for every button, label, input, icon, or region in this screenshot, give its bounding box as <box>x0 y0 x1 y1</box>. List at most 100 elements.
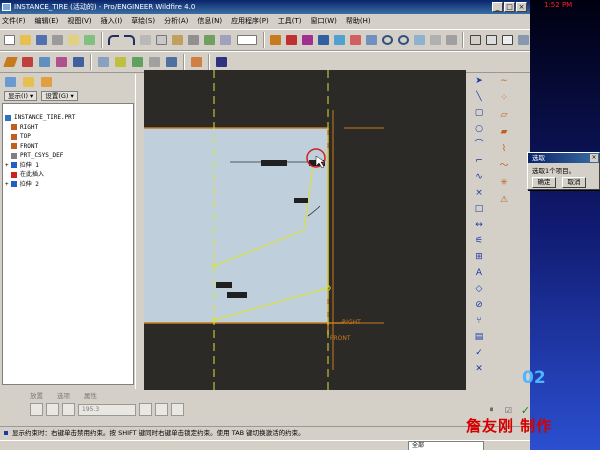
constraint-tool-button[interactable]: ⊞ <box>471 250 487 265</box>
disp-grid-button[interactable] <box>147 55 162 70</box>
modify-tool-button[interactable]: ⚟ <box>471 234 487 249</box>
continue-sketch-button[interactable]: ✓ <box>471 346 487 361</box>
tree-item[interactable]: INSTANCE_TIRE.PRT <box>3 113 133 123</box>
disp-dims-button[interactable] <box>113 55 128 70</box>
datum-axis-button[interactable] <box>20 55 35 70</box>
feature-wave-button[interactable]: 〜 <box>496 159 512 174</box>
rectangle-tool-button[interactable]: ▢ <box>471 106 487 121</box>
sketch-tool-button[interactable] <box>37 55 52 70</box>
menu-applications[interactable]: 应用程序(P) <box>231 16 269 26</box>
menu-info[interactable]: 信息(N) <box>197 16 222 26</box>
solid-button[interactable] <box>30 403 43 416</box>
dimension-tool-button[interactable]: ↔ <box>471 218 487 233</box>
dimension-label[interactable] <box>294 198 308 203</box>
dimension-label[interactable] <box>216 282 232 288</box>
menu-view[interactable]: 视图(V) <box>67 16 91 26</box>
point-tool-button[interactable]: × <box>471 186 487 201</box>
email-link-button[interactable] <box>83 33 97 48</box>
depth-value-field[interactable]: 195.3 <box>78 403 136 416</box>
sketch-canvas[interactable]: RIGHT FRONT <box>144 70 466 390</box>
tree-item[interactable]: RIGHT <box>3 123 133 133</box>
saved-views-button[interactable] <box>444 33 458 48</box>
feature-parallelogram-button[interactable]: ▰ <box>496 125 512 140</box>
tree-item[interactable]: + 拉伸 2 <box>3 180 133 190</box>
repaint-button[interactable] <box>333 33 347 48</box>
datum-display-button[interactable] <box>269 33 283 48</box>
tab-options[interactable]: 选项 <box>57 390 70 400</box>
dimension-label[interactable] <box>261 160 287 166</box>
feature-csys-button[interactable]: ✳ <box>496 176 512 191</box>
circle-tool-button[interactable]: ○ <box>471 122 487 137</box>
datum-point-button[interactable] <box>54 55 69 70</box>
menu-window[interactable]: 窗口(W) <box>311 16 337 26</box>
thicken-button[interactable] <box>171 403 184 416</box>
line-tool-button[interactable]: ╲ <box>471 90 487 105</box>
arc-tool-button[interactable]: ⌒ <box>471 138 487 153</box>
trim-tool-button[interactable]: ⊘ <box>471 298 487 313</box>
surface-button[interactable] <box>46 403 59 416</box>
email-button[interactable] <box>67 33 81 48</box>
hidden-line-button[interactable] <box>484 33 498 48</box>
relations-button[interactable] <box>189 55 204 70</box>
mirror-tool-button[interactable]: ⑂ <box>471 314 487 329</box>
tab-properties[interactable]: 属性 <box>84 390 97 400</box>
axis-display-button[interactable] <box>285 33 299 48</box>
no-hidden-button[interactable] <box>500 33 514 48</box>
disp-vertices-button[interactable] <box>164 55 179 70</box>
context-help-button[interactable] <box>214 55 229 70</box>
orient-mode-button[interactable] <box>364 33 378 48</box>
settings-dropdown[interactable]: 设置(G) ▾ <box>41 91 78 101</box>
text-tool-button[interactable]: A <box>471 266 487 281</box>
tree-expander-icon[interactable]: + <box>5 180 9 190</box>
csys-display-button[interactable] <box>317 33 331 48</box>
feature-plane-button[interactable]: ▱ <box>496 108 512 123</box>
sweep-button[interactable]: ∼ <box>496 74 512 89</box>
flip-direction-button[interactable] <box>139 403 152 416</box>
favorites-tab[interactable] <box>39 75 54 90</box>
palette-button[interactable]: ◇ <box>471 282 487 297</box>
csys-button[interactable] <box>71 55 86 70</box>
menu-insert[interactable]: 插入(I) <box>101 16 123 26</box>
refit-button[interactable] <box>412 33 426 48</box>
use-edge-button[interactable]: □ <box>471 202 487 217</box>
select-tool-button[interactable]: ➤ <box>471 74 487 89</box>
spin-center-button[interactable] <box>349 33 363 48</box>
new-file-button[interactable] <box>3 33 17 48</box>
undo-button[interactable] <box>107 33 121 48</box>
dimension-label[interactable] <box>227 292 247 298</box>
cut-button[interactable] <box>139 33 153 48</box>
dialog-ok-button[interactable]: 确定 <box>532 177 556 188</box>
tree-item[interactable]: TOP <box>3 132 133 142</box>
find-button[interactable] <box>219 33 233 48</box>
model-tree-tab[interactable] <box>3 75 18 90</box>
selection-filter[interactable]: 全部 <box>408 441 484 450</box>
menu-sketch[interactable]: 草绘(S) <box>131 16 155 26</box>
feature-curve-button[interactable]: ⌇ <box>496 142 512 157</box>
regenerate-button[interactable] <box>203 33 217 48</box>
sketch-view-button[interactable] <box>96 55 111 70</box>
feature-analysis-button[interactable]: ⚠ <box>496 193 512 208</box>
remove-material-button[interactable] <box>155 403 168 416</box>
redo-button[interactable] <box>123 33 137 48</box>
close-button[interactable]: × <box>516 2 527 12</box>
menu-analysis[interactable]: 分析(A) <box>164 16 188 26</box>
maximize-button[interactable]: □ <box>504 2 515 12</box>
zoom-out-button[interactable] <box>396 33 410 48</box>
tree-item[interactable]: + 拉伸 1 <box>3 161 133 171</box>
panel-splitter[interactable] <box>135 74 144 389</box>
paste-button[interactable] <box>171 33 185 48</box>
reorient-button[interactable] <box>428 33 442 48</box>
tab-placement[interactable]: 放置 <box>30 390 43 400</box>
wireframe-button[interactable] <box>468 33 482 48</box>
minimize-button[interactable]: _ <box>492 2 503 12</box>
depth-option-button[interactable] <box>62 403 75 416</box>
select-box-button[interactable] <box>235 33 259 48</box>
quit-sketch-button[interactable]: ✕ <box>471 362 487 377</box>
datum-plane-button[interactable] <box>3 55 18 70</box>
zoom-in-button[interactable] <box>380 33 394 48</box>
tree-item[interactable]: FRONT <box>3 142 133 152</box>
point-display-button[interactable] <box>301 33 315 48</box>
menu-tools[interactable]: 工具(T) <box>278 16 302 26</box>
shading-button[interactable] <box>516 33 530 48</box>
menu-file[interactable]: 文件(F) <box>2 16 26 26</box>
